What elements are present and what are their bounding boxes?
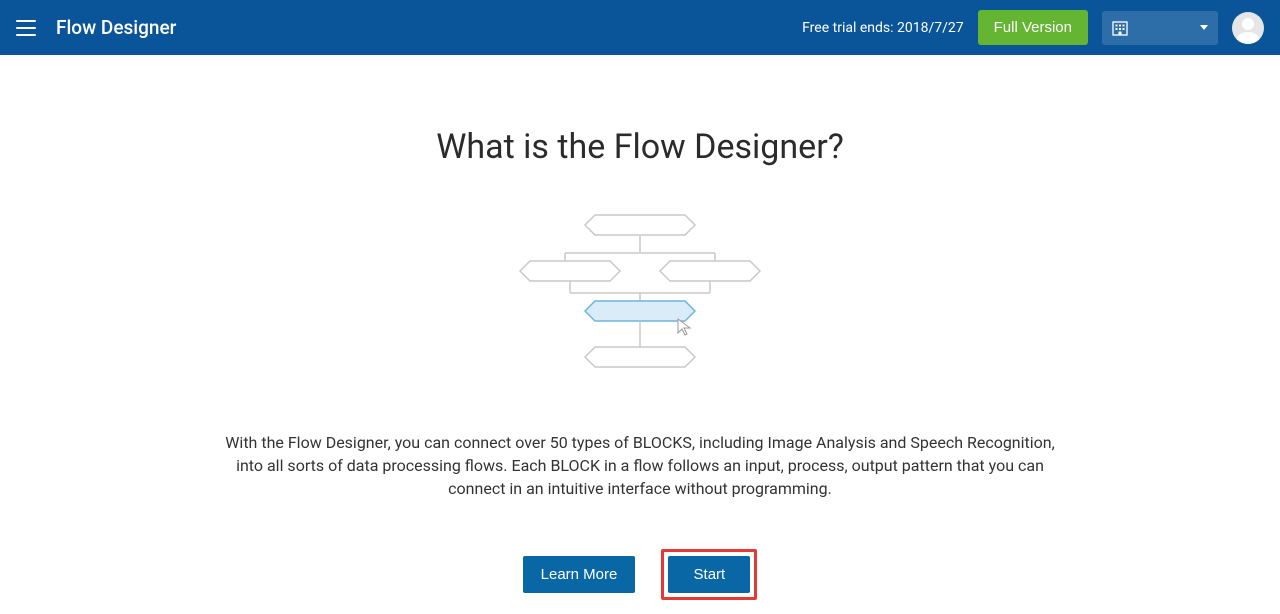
building-icon xyxy=(1112,20,1128,36)
full-version-button[interactable]: Full Version xyxy=(978,10,1088,45)
menu-icon[interactable] xyxy=(16,20,36,36)
chevron-down-icon xyxy=(1200,25,1208,30)
action-buttons: Learn More Start xyxy=(0,549,1280,600)
trial-status: Free trial ends: 2018/7/27 xyxy=(802,20,964,36)
flow-diagram-illustration xyxy=(510,207,770,391)
start-button[interactable]: Start xyxy=(668,556,750,593)
page-description: With the Flow Designer, you can connect … xyxy=(190,431,1090,501)
avatar[interactable] xyxy=(1232,12,1264,44)
start-button-highlight: Start xyxy=(661,549,757,600)
app-header: Flow Designer Free trial ends: 2018/7/27… xyxy=(0,0,1280,55)
main-content: What is the Flow Designer? xyxy=(0,55,1280,600)
app-title: Flow Designer xyxy=(56,16,176,39)
org-selector[interactable] xyxy=(1102,11,1218,45)
page-title: What is the Flow Designer? xyxy=(0,127,1280,167)
learn-more-button[interactable]: Learn More xyxy=(523,556,636,593)
